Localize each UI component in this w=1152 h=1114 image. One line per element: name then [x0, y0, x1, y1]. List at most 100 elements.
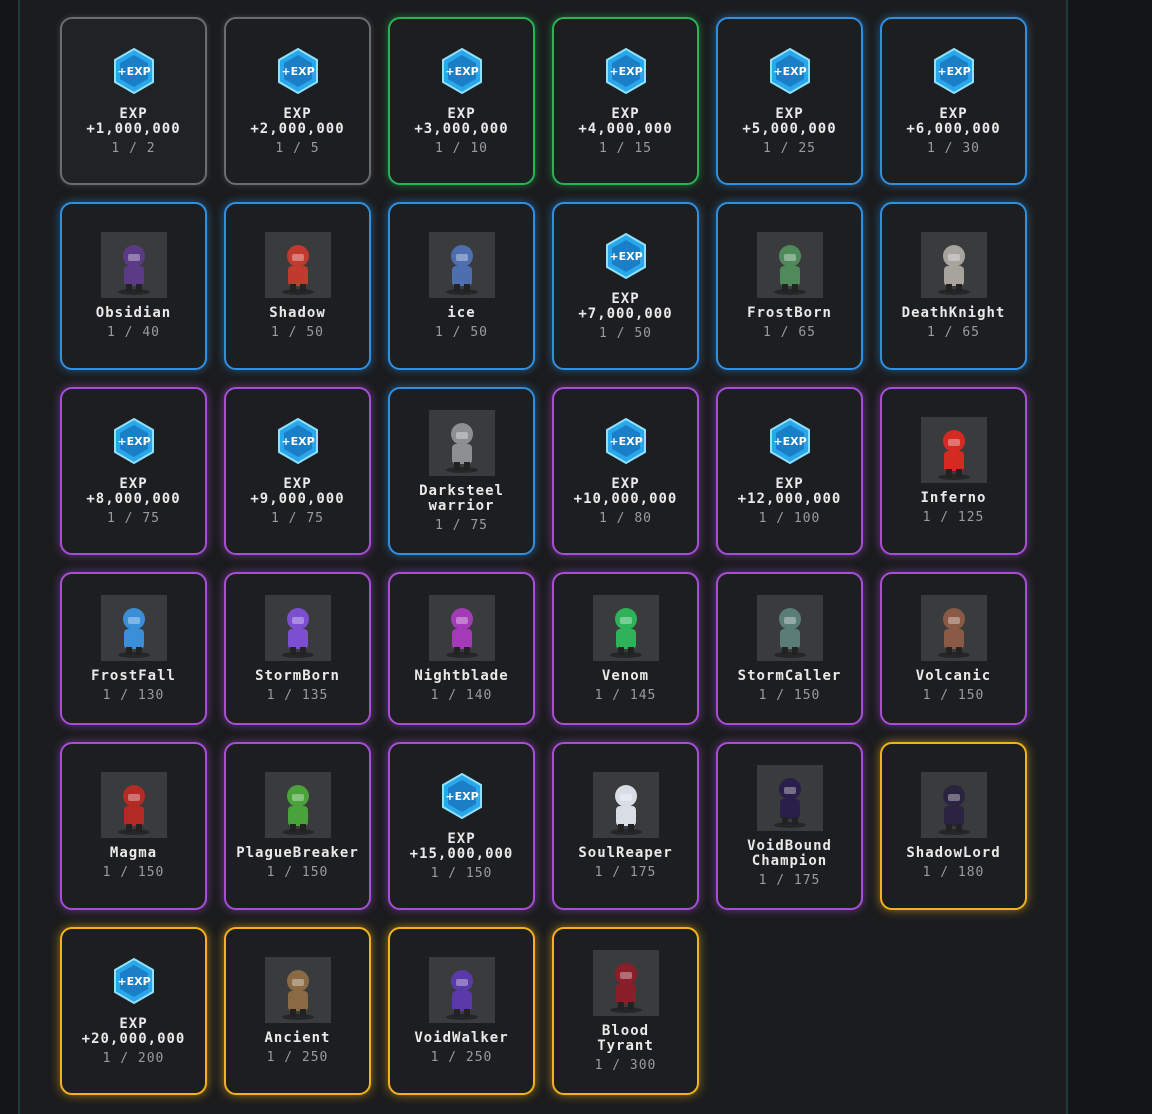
reward-title-line: +5,000,000 — [742, 120, 837, 137]
reward-card[interactable]: StormCaller 1 / 150 — [716, 572, 863, 725]
reward-card[interactable]: Venom 1 / 145 — [552, 572, 699, 725]
character-nightblade-icon — [428, 594, 495, 661]
reward-progress: 1 / 180 — [922, 865, 985, 880]
reward-card[interactable]: +EXP EXP +1,000,000 1 / 2 — [60, 17, 207, 185]
reward-title-line: +8,000,000 — [86, 490, 181, 507]
reward-progress: 1 / 5 — [275, 140, 320, 156]
reward-title: FrostFall — [91, 667, 176, 684]
reward-card[interactable]: FrostBorn 1 / 65 — [716, 202, 863, 370]
character-darksteel-warrior-icon — [428, 409, 495, 476]
reward-progress: 1 / 140 — [430, 687, 493, 703]
reward-title-line: Tyrant — [597, 1037, 654, 1054]
reward-card[interactable]: +EXP EXP +9,000,000 1 / 75 — [224, 387, 371, 555]
reward-title: ShadowLord — [906, 845, 1001, 861]
svg-text:+EXP: +EXP — [281, 65, 314, 78]
reward-progress: 1 / 75 — [435, 517, 488, 533]
reward-card[interactable]: Ancient 1 / 250 — [224, 927, 371, 1095]
exp-icon: +EXP — [277, 417, 318, 464]
reward-card[interactable]: +EXP EXP +3,000,000 1 / 10 — [388, 17, 535, 185]
reward-title-line: warrior — [428, 497, 495, 514]
reward-card[interactable]: +EXP EXP +2,000,000 1 / 5 — [224, 17, 371, 185]
reward-title-line: +7,000,000 — [578, 305, 673, 322]
reward-card[interactable]: SoulReaper 1 / 175 — [552, 742, 699, 910]
character-stormborn-icon — [264, 594, 331, 661]
reward-progress: 1 / 135 — [266, 687, 329, 703]
reward-grid: +EXP EXP +1,000,000 1 / 2 +EXP EXP +2,000,000 1… — [60, 17, 1027, 1095]
svg-text:+EXP: +EXP — [117, 435, 150, 448]
reward-card[interactable]: ice 1 / 50 — [388, 202, 535, 370]
character-stormcaller-icon — [756, 594, 823, 661]
character-shadow-icon — [264, 232, 331, 298]
reward-title: EXP — [119, 475, 148, 492]
reward-progress: 1 / 50 — [271, 325, 324, 340]
reward-title-line: +3,000,000 — [414, 120, 509, 137]
character-voidbound-champion-icon — [756, 764, 823, 831]
character-obsidian-icon — [100, 232, 167, 298]
svg-text:+EXP: +EXP — [609, 250, 642, 263]
reward-card[interactable]: +EXP EXP +5,000,000 1 / 25 — [716, 17, 863, 185]
reward-title: Venom — [601, 667, 650, 684]
character-volcanic-icon — [920, 594, 987, 661]
reward-card[interactable]: PlagueBreaker 1 / 150 — [224, 742, 371, 910]
reward-title: EXP — [775, 475, 804, 492]
reward-title-line: +1,000,000 — [86, 120, 181, 137]
exp-icon: +EXP — [441, 772, 482, 819]
reward-card[interactable]: +EXP EXP +8,000,000 1 / 75 — [60, 387, 207, 555]
reward-title: EXP — [611, 105, 640, 122]
reward-card[interactable]: Volcanic 1 / 150 — [880, 572, 1027, 725]
reward-card[interactable]: Shadow 1 / 50 — [224, 202, 371, 370]
reward-title-line: +12,000,000 — [737, 490, 842, 507]
svg-text:+EXP: +EXP — [445, 790, 478, 803]
reward-progress: 1 / 25 — [763, 140, 816, 156]
reward-title: DeathKnight — [901, 305, 1006, 321]
reward-card[interactable]: DeathKnight 1 / 65 — [880, 202, 1027, 370]
reward-title: SoulReaper — [578, 845, 673, 861]
reward-progress: 1 / 150 — [430, 865, 493, 881]
reward-title: Obsidian — [95, 305, 172, 321]
reward-title: Volcanic — [915, 667, 992, 684]
reward-card[interactable]: VoidBound Champion 1 / 175 — [716, 742, 863, 910]
reward-card[interactable]: +EXP EXP +20,000,000 1 / 200 — [60, 927, 207, 1095]
reward-card[interactable]: FrostFall 1 / 130 — [60, 572, 207, 725]
reward-card[interactable]: +EXP EXP +10,000,000 1 / 80 — [552, 387, 699, 555]
reward-progress: 1 / 250 — [266, 1050, 329, 1065]
reward-title: VoidWalker — [414, 1030, 509, 1046]
reward-progress: 1 / 100 — [758, 510, 821, 526]
reward-progress: 1 / 50 — [599, 325, 652, 341]
reward-title: EXP — [447, 830, 476, 847]
reward-card[interactable]: +EXP EXP +4,000,000 1 / 15 — [552, 17, 699, 185]
reward-card[interactable]: Magma 1 / 150 — [60, 742, 207, 910]
reward-title: EXP — [283, 105, 312, 122]
reward-card[interactable]: VoidWalker 1 / 250 — [388, 927, 535, 1095]
reward-card[interactable]: +EXP EXP +6,000,000 1 / 30 — [880, 17, 1027, 185]
reward-card[interactable]: Inferno 1 / 125 — [880, 387, 1027, 555]
reward-card[interactable]: +EXP EXP +12,000,000 1 / 100 — [716, 387, 863, 555]
reward-card[interactable]: Darksteel warrior 1 / 75 — [388, 387, 535, 555]
reward-title: EXP — [939, 105, 968, 122]
reward-card[interactable]: +EXP EXP +7,000,000 1 / 50 — [552, 202, 699, 370]
reward-progress: 1 / 50 — [435, 325, 488, 340]
reward-progress: 1 / 10 — [435, 140, 488, 156]
reward-title: Darksteel — [419, 482, 504, 499]
reward-card[interactable]: Blood Tyrant 1 / 300 — [552, 927, 699, 1095]
exp-icon: +EXP — [605, 417, 646, 464]
reward-progress: 1 / 150 — [922, 687, 985, 703]
reward-card[interactable]: ShadowLord 1 / 180 — [880, 742, 1027, 910]
reward-progress: 1 / 15 — [599, 140, 652, 156]
character-deathknight-icon — [920, 232, 987, 298]
reward-progress: 1 / 65 — [927, 325, 980, 340]
reward-progress: 1 / 150 — [758, 687, 821, 703]
reward-title-line: +6,000,000 — [906, 120, 1001, 137]
reward-progress: 1 / 130 — [102, 687, 165, 703]
right-panel-edge — [1066, 0, 1152, 1114]
reward-progress: 1 / 150 — [266, 865, 329, 880]
character-plaguebreaker-icon — [264, 772, 331, 838]
svg-text:+EXP: +EXP — [609, 435, 642, 448]
reward-card[interactable]: +EXP EXP +15,000,000 1 / 150 — [388, 742, 535, 910]
svg-text:+EXP: +EXP — [281, 435, 314, 448]
exp-icon: +EXP — [769, 417, 810, 464]
reward-title: EXP — [447, 105, 476, 122]
reward-card[interactable]: StormBorn 1 / 135 — [224, 572, 371, 725]
reward-card[interactable]: Obsidian 1 / 40 — [60, 202, 207, 370]
reward-card[interactable]: Nightblade 1 / 140 — [388, 572, 535, 725]
